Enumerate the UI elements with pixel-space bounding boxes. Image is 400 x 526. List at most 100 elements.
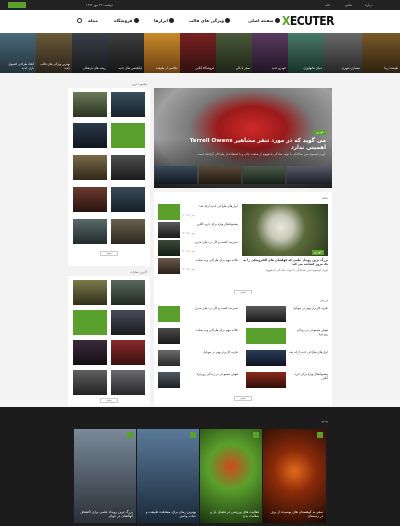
list-date: ۲۳ مهر ۱۳۹۶ [182, 214, 195, 217]
strip-item[interactable]: سفر با بالن [216, 33, 252, 73]
sidebar-thumb[interactable] [111, 155, 145, 180]
hero-thumb[interactable] [155, 166, 197, 184]
hero-thumb[interactable] [199, 166, 241, 184]
footer-card[interactable]: بهترین زمان برای مشاهده طبیعت و حیات وحش [137, 429, 199, 523]
sidebar-thumb[interactable] [111, 310, 145, 335]
sidebar-thumb[interactable] [73, 340, 107, 365]
hero-thumb[interactable] [287, 166, 331, 184]
home-icon [274, 18, 280, 23]
play-icon [127, 432, 133, 438]
strip-item[interactable]: اپلیکیشن های جدید [108, 33, 144, 73]
list-thumb[interactable] [158, 204, 180, 220]
list-thumb[interactable] [158, 258, 180, 274]
play-icon [253, 432, 259, 438]
search-icon[interactable] [77, 18, 82, 23]
grid-thumb[interactable] [246, 306, 286, 322]
sidebar-thumb[interactable] [111, 370, 145, 395]
sidebar-thumb[interactable] [73, 219, 107, 244]
site-logo[interactable]: XECUTER [282, 14, 334, 28]
grid-title[interactable]: پیشنهادهای ویژه برای خرید آنلاین [288, 372, 328, 380]
strip-item[interactable]: خودرو جدید [252, 33, 288, 73]
strip-item[interactable]: طبیعت زیبا [362, 33, 400, 73]
sidebar-thumb[interactable] [73, 310, 107, 335]
nav-item-features[interactable]: ویژگی های قالب [189, 18, 231, 23]
sidebar-thumb[interactable] [73, 123, 107, 148]
sidebar-recent: آخرین نظرات بیشتر [68, 270, 150, 406]
footer-card[interactable]: بزرگ ترین رویداد علمی برای اکتشاف کهکشان… [74, 429, 136, 523]
news-ticker-strip: اتحاد طراحی کنسول بازی جدید بهترین ویژگی… [0, 33, 400, 73]
section-sports: ورزش تجربه کاربری بهتر در موبایل هوش مصن… [154, 294, 332, 406]
hero-title[interactable]: Terrell Owens می گوید که در مورد تنفر مش… [176, 138, 326, 151]
strip-item[interactable]: عکاسی از طبیعت [144, 33, 180, 73]
feature-badge[interactable]: خودرو [312, 250, 324, 255]
list-date: ۲۳ مهر ۱۳۹۶ [182, 232, 195, 235]
sidebar-more-button[interactable]: بیشتر [100, 251, 118, 256]
sidebar-thumb[interactable] [111, 219, 145, 244]
grid-title[interactable]: ابزارهای طراحی جدید ارائه شد [288, 350, 328, 354]
strip-item[interactable]: دنیای تکنولوژی [288, 33, 324, 73]
list-date: ۲۳ مهر ۱۳۹۶ [182, 250, 195, 253]
nav-item-home[interactable]: صفحه اصلی [248, 18, 280, 23]
chevron-down-icon [225, 18, 231, 23]
top-bar-accent [8, 2, 26, 8]
strip-item[interactable]: اتحاد طراحی کنسول بازی جدید [0, 33, 36, 73]
grid-thumb[interactable] [246, 372, 286, 388]
sidebar-thumb[interactable] [73, 92, 107, 117]
list-thumb[interactable] [158, 372, 180, 388]
sidebar-thumb[interactable] [111, 340, 145, 365]
grid-thumb[interactable] [246, 328, 286, 344]
top-link-home[interactable]: خانه [325, 3, 330, 7]
grid-title[interactable]: هوش مصنوعی در زندگی روزمره [288, 328, 328, 336]
feature-excerpt: لورم ایپسوم متن ساختگی با تولید سادگی نا… [265, 268, 328, 272]
feature-title[interactable]: بزرگ ترین رویداد علمی که کهکشان های الکت… [242, 258, 328, 266]
footer-card[interactable]: سفر به کوهستان های پوشیده از برف در زمست… [263, 429, 326, 523]
cart-icon [133, 18, 139, 23]
sidebar2-more-button[interactable]: بیشتر [100, 398, 118, 403]
list-thumb[interactable] [158, 240, 180, 256]
sidebar2-title: آخرین نظرات [129, 270, 147, 274]
list-title[interactable]: مدیریت کسب و کار در دنیای مدرن [182, 240, 238, 244]
list-thumb[interactable] [158, 222, 180, 238]
sidebar-title: محبوب ترین [131, 82, 147, 86]
sidebar-thumb[interactable] [73, 370, 107, 395]
sidebar-thumb[interactable] [73, 280, 107, 305]
list-title[interactable]: تجربه کاربری بهتر در موبایل [182, 350, 238, 354]
hero-category-badge[interactable]: خودرو [314, 130, 326, 135]
nav-item-shop[interactable]: فروشگاه [114, 18, 139, 23]
sidebar-thumb[interactable] [73, 155, 107, 180]
play-icon [317, 432, 323, 438]
nav-item-tools[interactable]: ابزارها [154, 18, 174, 23]
list-title[interactable]: ابزارهای طراحی جدید ارائه شد [182, 204, 238, 208]
sidebar-thumb[interactable] [111, 92, 145, 117]
strip-item[interactable]: ریشه های فرهنگی [72, 33, 108, 73]
sidebar-thumb[interactable] [111, 280, 145, 305]
strip-item[interactable]: فروشگاه آنلاین [180, 33, 216, 73]
footer-card[interactable]: فعالیت های ورزشی در فضای باز و سلامت بدن [200, 429, 262, 523]
top-link-about[interactable]: درباره [365, 3, 373, 7]
strip-item[interactable]: بهترین ویژگی های قالب جدید [36, 33, 72, 73]
feature-image[interactable] [242, 204, 328, 256]
grid-title[interactable]: تجربه کاربری بهتر در موبایل [288, 306, 328, 310]
top-bar-date: دوشنبه، ۲۳ مهر ۱۳۹۶ [86, 3, 113, 7]
nav-item-magazine[interactable]: مجله [88, 18, 98, 23]
list-title[interactable]: نکات مهم برای طراحی وب سایت [182, 258, 238, 262]
list-thumb[interactable] [158, 306, 180, 322]
hero-thumb-row [154, 164, 332, 186]
grid-thumb[interactable] [246, 350, 286, 366]
list-title[interactable]: هوش مصنوعی در زندگی روزمره [182, 372, 238, 376]
list-title[interactable]: پیشنهادهای ویژه برای خرید آنلاین [182, 222, 238, 226]
sidebar-thumb[interactable] [111, 187, 145, 212]
sidebar-thumb[interactable] [111, 123, 145, 148]
sidebar-thumb[interactable] [73, 187, 107, 212]
list-title[interactable]: مدیریت کسب و کار در دنیای مدرن [182, 306, 238, 310]
list-title[interactable]: نکات مهم برای طراحی وب سایت [182, 328, 238, 332]
top-link-contact[interactable]: تماس [345, 3, 352, 7]
list-thumb[interactable] [158, 328, 180, 344]
main-content: محبوب ترین بیشتر آخرین نظرات بیشتر خودرو… [68, 82, 332, 406]
gear-icon [168, 18, 174, 23]
strip-item[interactable]: معماری شهری [324, 33, 362, 73]
hero-thumb[interactable] [243, 166, 285, 184]
section2-more-button[interactable]: بیشتر [234, 396, 252, 401]
list-thumb[interactable] [158, 350, 180, 366]
section-magazine: مجله خودرو بزرگ ترین رویداد علمی که کهکش… [154, 192, 332, 300]
